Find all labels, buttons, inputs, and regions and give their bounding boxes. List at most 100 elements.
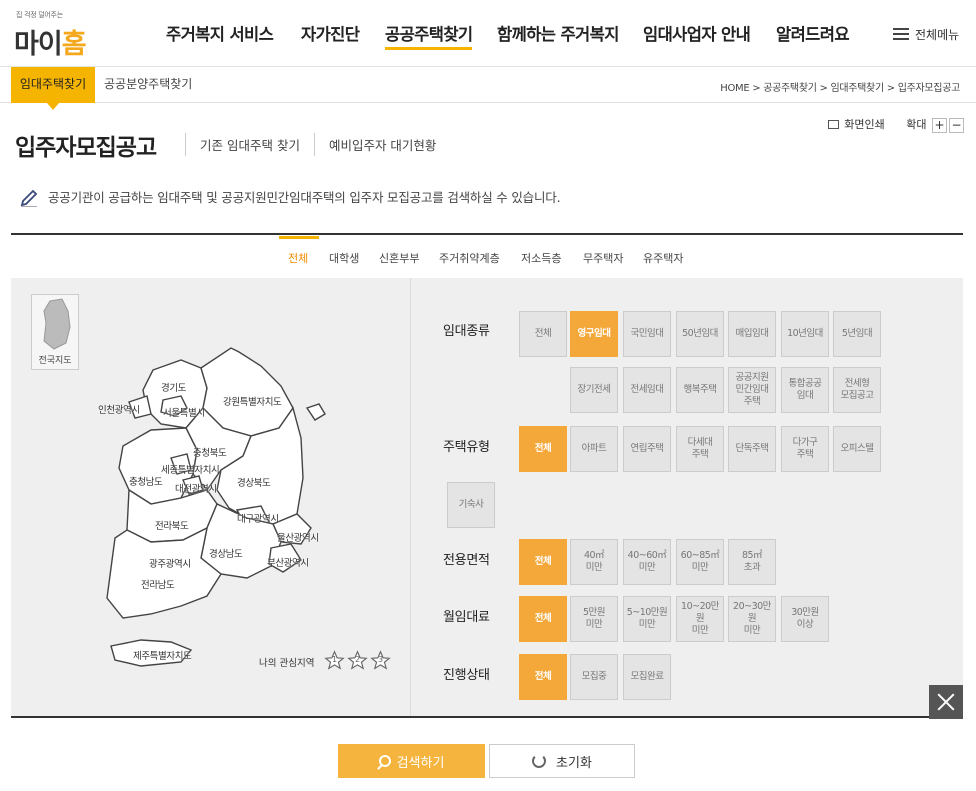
house-type-option[interactable]: 연립주택 <box>623 426 671 472</box>
gnb-notice[interactable]: 알려드려요 <box>776 21 850 45</box>
label-gyeonggi[interactable]: 경기도 <box>161 380 186 394</box>
gnb-public-housing[interactable]: 공공주택찾기 <box>385 21 473 50</box>
favorite-star-3[interactable]: 3 <box>370 650 391 671</box>
all-menu-label: 전체메뉴 <box>915 28 960 42</box>
tab-student[interactable]: 대학생 <box>329 250 359 266</box>
tab-low-income[interactable]: 저소득층 <box>521 250 561 266</box>
logo[interactable]: 집 걱정 덜어주는 마이홈 <box>14 10 104 60</box>
reset-button[interactable]: 초기화 <box>489 744 635 778</box>
gnb-welfare-service[interactable]: 주거복지 서비스 <box>166 21 274 45</box>
subtab-public-sale[interactable]: 공공분양주택찾기 <box>104 67 192 103</box>
island-ulleung <box>305 403 326 421</box>
rent-option[interactable]: 5만원 미만 <box>570 596 618 642</box>
area-option[interactable]: 전체 <box>519 539 567 585</box>
gnb-self-diagnosis[interactable]: 자가진단 <box>301 21 360 45</box>
region-jeonnam[interactable] <box>106 526 222 619</box>
area-option[interactable]: 40~60㎡ 미만 <box>623 539 671 585</box>
house-type-option[interactable]: 기숙사 <box>447 482 495 528</box>
zoom-in-button[interactable]: + <box>932 117 947 133</box>
house-type-option[interactable]: 오피스텔 <box>833 426 881 472</box>
rental-type-option[interactable]: 장기전세 <box>570 367 618 413</box>
tab-homeowner[interactable]: 유주택자 <box>643 250 683 266</box>
active-tab-indicator <box>279 236 319 239</box>
status-option[interactable]: 전체 <box>519 654 567 700</box>
link-waitlist[interactable]: 예비입주자 대기현황 <box>313 133 450 156</box>
all-menu-button[interactable]: 전체메뉴 <box>893 26 959 43</box>
nationwide-map-button[interactable]: 전국지도 <box>31 294 79 370</box>
header: 집 걱정 덜어주는 마이홈 주거복지 서비스 자가진단 공공주택찾기 함께하는 … <box>0 0 976 67</box>
status-option[interactable]: 모집완료 <box>623 654 671 700</box>
rental-type-option[interactable]: 전체 <box>519 311 567 357</box>
area-option[interactable]: 60~85㎡ 미만 <box>676 539 724 585</box>
label-daegu[interactable]: 대구광역시 <box>237 511 279 525</box>
sub-nav: 임대주택찾기 공공분양주택찾기 HOME > 공공주택찾기 > 임대주택찾기 >… <box>0 67 976 110</box>
label-jeonnam[interactable]: 전라남도 <box>141 577 175 591</box>
label-busan[interactable]: 부산광역시 <box>267 555 309 569</box>
print-button[interactable]: 화면인쇄 <box>828 116 885 132</box>
tab-newlyweds[interactable]: 신혼부부 <box>379 250 419 266</box>
zoom-label: 확대 <box>906 118 927 131</box>
house-type-option[interactable]: 아파트 <box>570 426 618 472</box>
favorite-star-2[interactable]: 2 <box>347 650 368 671</box>
status-option[interactable]: 모집중 <box>570 654 618 700</box>
house-type-option[interactable]: 다가구 주택 <box>781 426 829 472</box>
gnb-together[interactable]: 함께하는 주거복지 <box>497 21 619 45</box>
favorite-star-1[interactable]: 1 <box>324 650 345 671</box>
label-chungbuk[interactable]: 충청북도 <box>193 445 227 459</box>
close-panel-button[interactable] <box>929 685 963 719</box>
rent-option[interactable]: 10~20만원 미만 <box>676 596 724 642</box>
rent-label: 월임대료 <box>443 610 490 625</box>
tab-all[interactable]: 전체 <box>288 250 308 266</box>
area-option[interactable]: 85㎡ 초과 <box>728 539 776 585</box>
rental-type-option[interactable]: 국민임대 <box>623 311 671 357</box>
rental-type-option[interactable]: 10년임대 <box>781 311 829 357</box>
label-gangwon[interactable]: 강원특별자치도 <box>223 394 282 408</box>
hamburger-icon <box>893 28 909 40</box>
label-jeonbuk[interactable]: 전라북도 <box>155 518 189 532</box>
label-chungnam[interactable]: 충청남도 <box>129 474 163 488</box>
divider <box>11 233 963 235</box>
area-option[interactable]: 40㎡ 미만 <box>570 539 618 585</box>
label-sejong[interactable]: 세종특별자치시 <box>161 462 220 476</box>
rental-type-option[interactable]: 5년임대 <box>833 311 881 357</box>
area-label: 전용면적 <box>443 553 490 568</box>
gnb-landlord-guide[interactable]: 임대사업자 안내 <box>643 21 751 45</box>
link-existing-rental[interactable]: 기존 임대주택 찾기 <box>185 133 314 156</box>
rent-option[interactable]: 5~10만원 미만 <box>623 596 671 642</box>
subtab-rental-house[interactable]: 임대주택찾기 <box>11 67 95 110</box>
printer-icon <box>828 120 840 129</box>
rent-option[interactable]: 20~30만원 미만 <box>728 596 776 642</box>
search-button[interactable]: 검색하기 <box>338 744 485 778</box>
rental-type-option[interactable]: 전세임대 <box>623 367 671 413</box>
tab-vulnerable[interactable]: 주거취약계층 <box>439 250 500 266</box>
house-type-option[interactable]: 단독주택 <box>728 426 776 472</box>
rental-type-option[interactable]: 통합공공 임대 <box>781 367 829 413</box>
zoom-out-button[interactable]: − <box>949 117 964 133</box>
house-type-option[interactable]: 다세대 주택 <box>676 426 724 472</box>
logo-tagline: 집 걱정 덜어주는 <box>16 11 63 19</box>
description-text: 공공기관이 공급하는 임대주택 및 공공지원민간임대주택의 입주자 모집공고를 … <box>48 190 561 205</box>
page-description: 공공기관이 공급하는 임대주택 및 공공지원민간임대주택의 입주자 모집공고를 … <box>20 187 561 207</box>
label-seoul[interactable]: 서울특별시 <box>163 405 205 419</box>
label-gyeongbuk[interactable]: 경상북도 <box>237 475 271 489</box>
label-incheon[interactable]: 인천광역시 <box>98 402 140 416</box>
label-jeju[interactable]: 제주특별자치도 <box>133 648 192 662</box>
logo-name-a: 마이 <box>14 29 63 60</box>
rental-type-option[interactable]: 영구임대 <box>570 311 618 357</box>
label-ulsan[interactable]: 울산광역시 <box>277 530 319 544</box>
rental-type-option[interactable]: 50년임대 <box>676 311 724 357</box>
rental-type-option[interactable]: 매입임대 <box>728 311 776 357</box>
house-type-option[interactable]: 전체 <box>519 426 567 472</box>
tab-homeless[interactable]: 무주택자 <box>583 250 623 266</box>
label-gwangju[interactable]: 광주광역시 <box>149 556 191 570</box>
rental-type-option[interactable]: 공공지원 민간임대 주택 <box>728 367 776 413</box>
label-gyeongnam[interactable]: 경상남도 <box>209 546 243 560</box>
rental-type-option[interactable]: 전세형 모집공고 <box>833 367 881 413</box>
rent-option[interactable]: 전체 <box>519 596 567 642</box>
label-daejeon[interactable]: 대전광역시 <box>175 481 217 495</box>
rental-type-option[interactable]: 행복주택 <box>676 367 724 413</box>
korea-mini-icon <box>43 298 71 350</box>
rent-option[interactable]: 30만원 이상 <box>781 596 829 642</box>
status-label: 진행상태 <box>443 668 490 683</box>
title-links: 기존 임대주택 찾기 예비입주자 대기현황 <box>185 133 450 159</box>
